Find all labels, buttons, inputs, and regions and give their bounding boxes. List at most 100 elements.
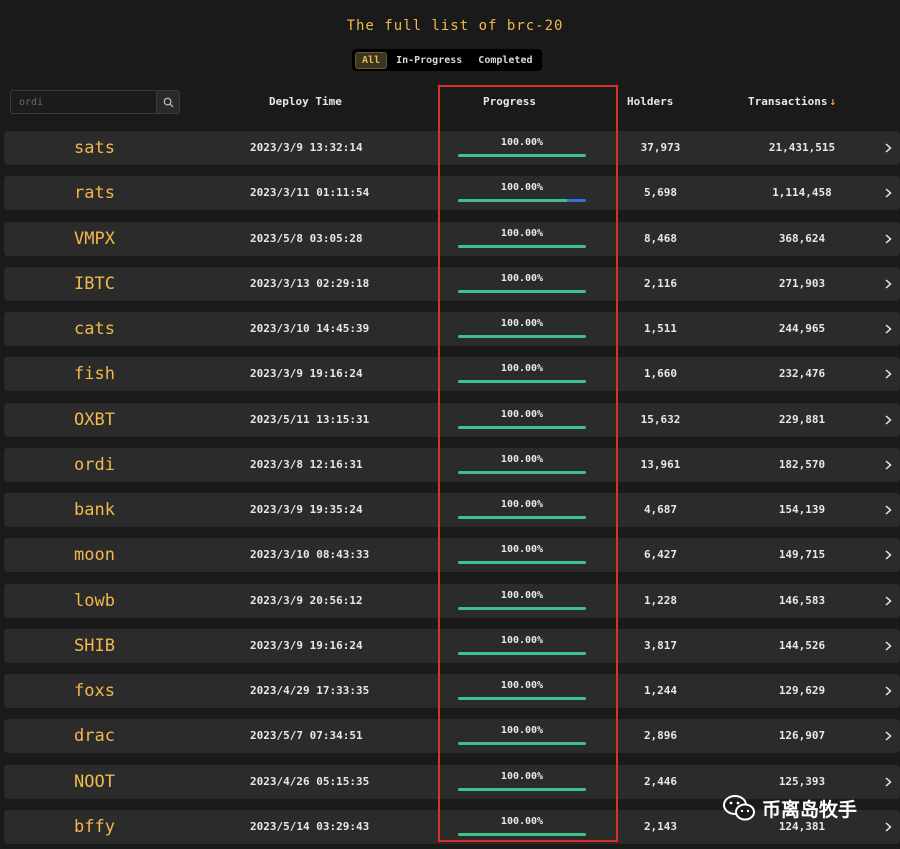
table-row[interactable]: foxs 2023/4/29 17:33:35 100.00% 1,244 129,62… (4, 674, 900, 708)
deploy-time: 2023/5/7 07:34:51 (250, 729, 363, 743)
token-ticker[interactable]: bffy (74, 810, 115, 844)
chevron-right-icon[interactable] (882, 459, 894, 471)
progress-bar-fill (458, 380, 586, 384)
progress-percent: 100.00% (500, 137, 544, 148)
progress-bar (458, 289, 586, 293)
tab-in-progress[interactable]: In-Progress (389, 52, 469, 69)
progress-bar (458, 561, 586, 565)
token-ticker[interactable]: NOOT (74, 765, 115, 799)
progress-percent: 100.00% (500, 408, 544, 420)
chevron-right-icon[interactable] (882, 776, 894, 788)
progress-bar (458, 606, 586, 610)
token-ticker[interactable]: IBTC (74, 267, 115, 301)
search-input[interactable] (11, 91, 156, 113)
progress-bar-fill (458, 199, 567, 203)
deploy-time: 2023/3/9 19:16:24 (250, 638, 363, 652)
progress-percent: 100.00% (500, 499, 544, 510)
chevron-right-icon[interactable] (882, 821, 894, 833)
table-row[interactable]: ordi 2023/3/8 12:16:31 100.00% 13,961 182,57… (4, 447, 900, 482)
chevron-right-icon[interactable] (882, 595, 894, 607)
progress-bar (458, 244, 586, 248)
progress-bar-fill (458, 651, 586, 655)
holders-count: 4,687 (643, 503, 678, 516)
progress-bar (458, 470, 586, 474)
chevron-right-icon[interactable] (882, 278, 894, 290)
deploy-time: 2023/3/9 13:32:14 (250, 141, 363, 154)
table-row[interactable]: cats 2023/3/10 14:45:39 100.00% 1,511 244,96… (4, 312, 900, 346)
chevron-right-icon[interactable] (882, 730, 894, 742)
column-header-holders[interactable]: Holders (627, 95, 673, 108)
table-row[interactable]: IBTC 2023/3/13 02:29:18 100.00% 2,116 271,90… (4, 266, 900, 301)
progress-percent: 100.00% (500, 272, 544, 284)
tab-all[interactable]: All (355, 51, 388, 69)
table-row[interactable]: moon 2023/3/10 08:43:33 100.00% 6,427 149,71… (4, 538, 900, 573)
search-button[interactable] (156, 91, 179, 113)
transactions-count: 144,526 (778, 638, 826, 652)
deploy-time: 2023/4/26 05:15:35 (250, 774, 370, 788)
holders-count: 2,446 (643, 774, 678, 788)
sort-desc-icon: ↓ (829, 95, 837, 108)
holders-count: 1,244 (643, 684, 678, 697)
token-ticker[interactable]: ordi (74, 448, 115, 482)
progress-bar (458, 651, 586, 655)
token-ticker[interactable]: OXBT (74, 403, 115, 437)
chevron-right-icon[interactable] (882, 640, 894, 652)
token-ticker[interactable]: moon (74, 538, 115, 572)
chevron-right-icon[interactable] (882, 233, 894, 245)
table-row[interactable]: VMPX 2023/5/8 03:05:28 100.00% 8,468 368,624 (4, 221, 900, 256)
transactions-count: 244,965 (778, 322, 826, 335)
table-row[interactable]: rats 2023/3/11 01:11:54 100.00% 5,698 1,114,… (4, 176, 900, 211)
deploy-time: 2023/3/9 19:35:24 (250, 503, 363, 516)
column-header-transactions[interactable]: Transactions ↓ (748, 95, 836, 108)
table-row[interactable]: drac 2023/5/7 07:34:51 100.00% 2,896 126,907 (4, 719, 900, 754)
transactions-count: 232,476 (778, 367, 826, 381)
token-ticker[interactable]: bank (74, 493, 115, 527)
progress-percent: 100.00% (500, 453, 544, 465)
tab-completed[interactable]: Completed (471, 52, 539, 69)
progress-percent: 100.00% (500, 815, 544, 827)
progress-bar (458, 335, 586, 338)
chevron-right-icon[interactable] (882, 323, 894, 335)
column-header-deploy-time[interactable]: Deploy Time (269, 95, 342, 108)
token-ticker[interactable]: foxs (74, 674, 115, 708)
chevron-right-icon[interactable] (882, 187, 894, 199)
chevron-right-icon[interactable] (882, 368, 894, 380)
table-row[interactable]: OXBT 2023/5/11 13:15:31 100.00% 15,632 229,8… (4, 402, 900, 437)
progress-bar-fill (458, 606, 586, 610)
progress-percent: 100.00% (500, 770, 544, 782)
search-icon (163, 97, 174, 108)
token-ticker[interactable]: VMPX (74, 222, 115, 256)
transactions-count: 146,583 (778, 593, 826, 607)
table-row[interactable]: fish 2023/3/9 19:16:24 100.00% 1,660 232,476 (4, 357, 900, 392)
progress-percent: 100.00% (500, 363, 544, 375)
page-title: The full list of brc-20 (346, 18, 564, 34)
chevron-right-icon[interactable] (882, 685, 894, 697)
holders-count: 37,973 (640, 141, 681, 154)
table-row[interactable]: lowb 2023/3/9 20:56:12 100.00% 1,228 146,583 (4, 583, 900, 618)
chevron-right-icon[interactable] (882, 549, 894, 561)
transactions-count: 126,907 (778, 729, 826, 743)
column-header-progress[interactable]: Progress (483, 95, 536, 108)
token-ticker[interactable]: cats (74, 312, 115, 346)
progress-percent: 100.00% (500, 589, 544, 601)
progress-bar-fill (458, 335, 586, 338)
token-ticker[interactable]: fish (74, 357, 115, 391)
token-ticker[interactable]: drac (74, 719, 115, 753)
token-ticker[interactable]: SHIB (74, 629, 115, 663)
transactions-count: 129,629 (778, 684, 826, 697)
chevron-right-icon[interactable] (882, 142, 894, 154)
table-row[interactable]: sats 2023/3/9 13:32:14 100.00% 37,973 21,431… (4, 131, 900, 165)
table-row[interactable]: bank 2023/3/9 19:35:24 100.00% 4,687 154,139 (4, 493, 900, 527)
token-ticker[interactable]: sats (74, 131, 115, 165)
watermark: 币离岛牧手 (722, 794, 857, 822)
token-ticker[interactable]: lowb (74, 584, 115, 618)
deploy-time: 2023/5/14 03:29:43 (250, 819, 370, 833)
chevron-right-icon[interactable] (882, 504, 894, 516)
table-row[interactable]: SHIB 2023/3/9 19:16:24 100.00% 3,817 144,526 (4, 628, 900, 663)
progress-bar (458, 380, 586, 384)
search-box (10, 90, 180, 114)
holders-count: 13,961 (640, 457, 681, 471)
chevron-right-icon[interactable] (882, 414, 894, 426)
deploy-time: 2023/3/13 02:29:18 (250, 276, 370, 290)
token-ticker[interactable]: rats (74, 176, 115, 210)
